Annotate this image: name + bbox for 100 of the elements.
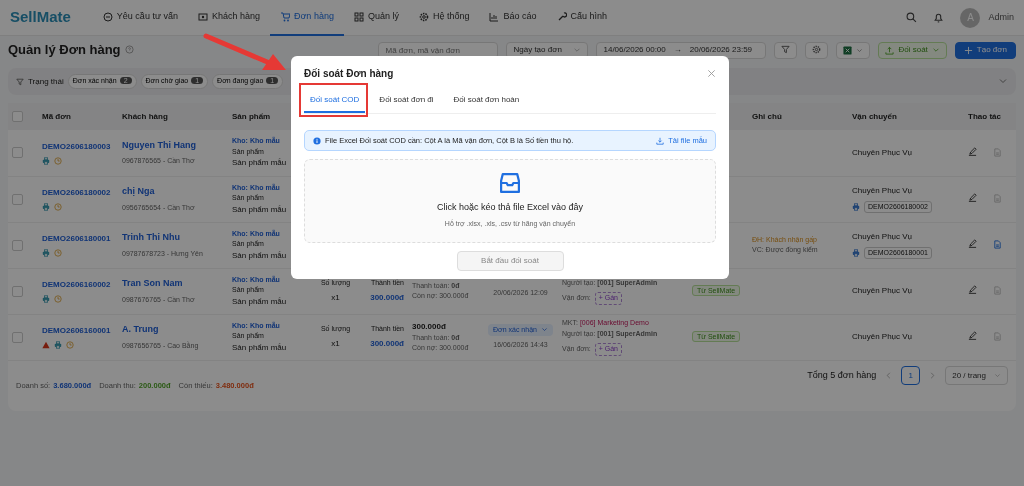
order-code-link[interactable]: DEMO2606160002 — [42, 280, 111, 289]
search-icon — [906, 12, 918, 23]
id-card-icon — [197, 11, 208, 22]
checkbox[interactable] — [12, 239, 23, 251]
bell-icon — [933, 12, 945, 23]
inbox-icon — [500, 173, 520, 194]
close-button[interactable] — [707, 69, 716, 78]
printer-icon — [42, 156, 50, 165]
highlight-frame — [299, 83, 369, 117]
clock-icon — [54, 156, 62, 165]
total-count: Tổng 5 đơn hàng — [807, 368, 877, 382]
order-code-link[interactable]: DEMO2606160001 — [42, 326, 111, 335]
printer-icon — [42, 295, 50, 303]
order-amount: 300.000đ — [412, 321, 446, 331]
printer-icon — [54, 341, 62, 349]
order-code-link[interactable]: DEMO2606180001 — [42, 234, 111, 243]
filter-icon — [16, 77, 24, 86]
customer-name-link[interactable]: Tran Son Nam — [122, 278, 183, 288]
carrier-name: Chuyên Phục Vụ — [852, 185, 913, 195]
clock-icon — [54, 249, 62, 257]
dialog-tab[interactable]: Đối soát đơn hoàn — [447, 89, 526, 113]
document-icon — [992, 194, 1002, 204]
column-header: Ghi chú — [752, 111, 782, 121]
customer-name-link[interactable]: Nguyen Thi Hang — [122, 139, 196, 150]
checkbox[interactable] — [12, 111, 23, 122]
order-code-link[interactable]: DEMO2606180002 — [42, 188, 111, 197]
document-icon — [992, 240, 1002, 250]
total-value: 300.000đ — [370, 293, 404, 303]
column-header: Mã đơn — [42, 111, 71, 121]
clock-icon — [54, 295, 62, 303]
chevron-icon — [856, 46, 864, 54]
checkbox[interactable] — [12, 331, 23, 343]
chevron-icon — [540, 326, 548, 334]
nav-item[interactable]: Yêu cầu tư vấn — [92, 0, 188, 36]
product-name: Sản phẩm mẫu — [232, 250, 287, 260]
nav-item[interactable]: Hệ thống — [408, 0, 480, 36]
status-filter-label: Trạng thái — [28, 75, 64, 88]
checkbox[interactable] — [12, 147, 23, 159]
product-name: Sản phẩm mẫu — [232, 296, 287, 306]
carrier-name: Chuyên Phục Vụ — [852, 286, 913, 295]
reconcile-button[interactable]: Đối soát — [878, 41, 947, 59]
nav-item[interactable]: Cấu hình — [546, 0, 618, 36]
cart-icon — [279, 11, 290, 22]
column-header: Vận chuyển — [852, 111, 897, 121]
document-icon — [992, 148, 1002, 158]
chat-icon — [102, 11, 113, 22]
clock-icon — [54, 203, 62, 211]
quantity-value: x1 — [331, 293, 340, 303]
drop-zone-title: Click hoặc kéo thả file Excel vào đây — [436, 201, 584, 215]
nav-item[interactable]: Báo cáo — [479, 0, 547, 36]
filter-icon — [781, 45, 791, 55]
customer-name-link[interactable]: chị Nga — [122, 186, 155, 196]
next-page-icon — [928, 371, 938, 380]
page-size-select[interactable]: 20 / trang — [945, 366, 1008, 385]
filter-button[interactable] — [774, 41, 798, 59]
wrench-icon — [556, 11, 567, 22]
spreadsheet-icon — [843, 45, 853, 55]
gear-icon — [418, 11, 429, 22]
column-header: Khách hàng — [122, 111, 168, 121]
edit-icon — [967, 146, 977, 156]
checkbox[interactable] — [12, 193, 23, 205]
product-name: Sản phẩm mẫu — [232, 204, 287, 214]
dialog-title: Đối soát Đơn hàng — [304, 67, 394, 81]
product-name: Sản phẩm mẫu — [232, 158, 287, 168]
column-header: Thao tác — [968, 111, 1001, 121]
checkbox[interactable] — [12, 285, 23, 297]
document-icon — [992, 332, 1002, 342]
upload-icon — [885, 45, 895, 55]
edit-icon — [967, 331, 977, 340]
close-icon — [707, 69, 716, 78]
settings-button[interactable] — [805, 41, 829, 59]
warning-icon — [42, 341, 50, 349]
chevron-icon — [573, 46, 582, 54]
nav-item[interactable]: Quản lý — [343, 0, 409, 36]
edit-icon — [967, 193, 977, 202]
download-icon — [656, 136, 665, 145]
page-title: Quản lý Đơn hàng — [8, 41, 121, 60]
printer-icon — [852, 249, 860, 257]
help-icon — [124, 45, 134, 55]
printer-icon — [42, 203, 50, 211]
customer-name-link[interactable]: A. Trung — [122, 324, 159, 334]
excel-button[interactable] — [836, 41, 871, 59]
settings-icon — [812, 45, 822, 55]
page-button[interactable]: 1 — [901, 366, 921, 385]
order-code-link[interactable]: DEMO2606180003 — [42, 141, 111, 151]
edit-icon — [967, 239, 977, 248]
quantity-value: x1 — [331, 339, 340, 349]
carrier-name: Chuyên Phục Vụ — [852, 147, 913, 157]
logo[interactable]: SellMate — [10, 6, 71, 29]
chevron-icon — [994, 372, 1001, 379]
column-header: Sản phẩm — [232, 111, 271, 121]
nav-item[interactable]: Đơn hàng — [269, 0, 344, 36]
chevron-icon — [931, 46, 940, 54]
nav-item[interactable]: Khách hàng — [187, 0, 270, 36]
create-order-button[interactable]: Tạo đơn — [954, 41, 1016, 59]
dialog-tab[interactable]: Đối soát đơn đi — [373, 89, 440, 113]
dialog-tab[interactable]: Đối soát COD — [304, 89, 366, 113]
customer-name-link[interactable]: Trinh Thi Nhu — [122, 232, 180, 242]
date-range-field[interactable]: 14/06/2026 00:00 → 20/06/2026 23:59 — [596, 41, 767, 59]
printer-icon — [42, 249, 50, 257]
